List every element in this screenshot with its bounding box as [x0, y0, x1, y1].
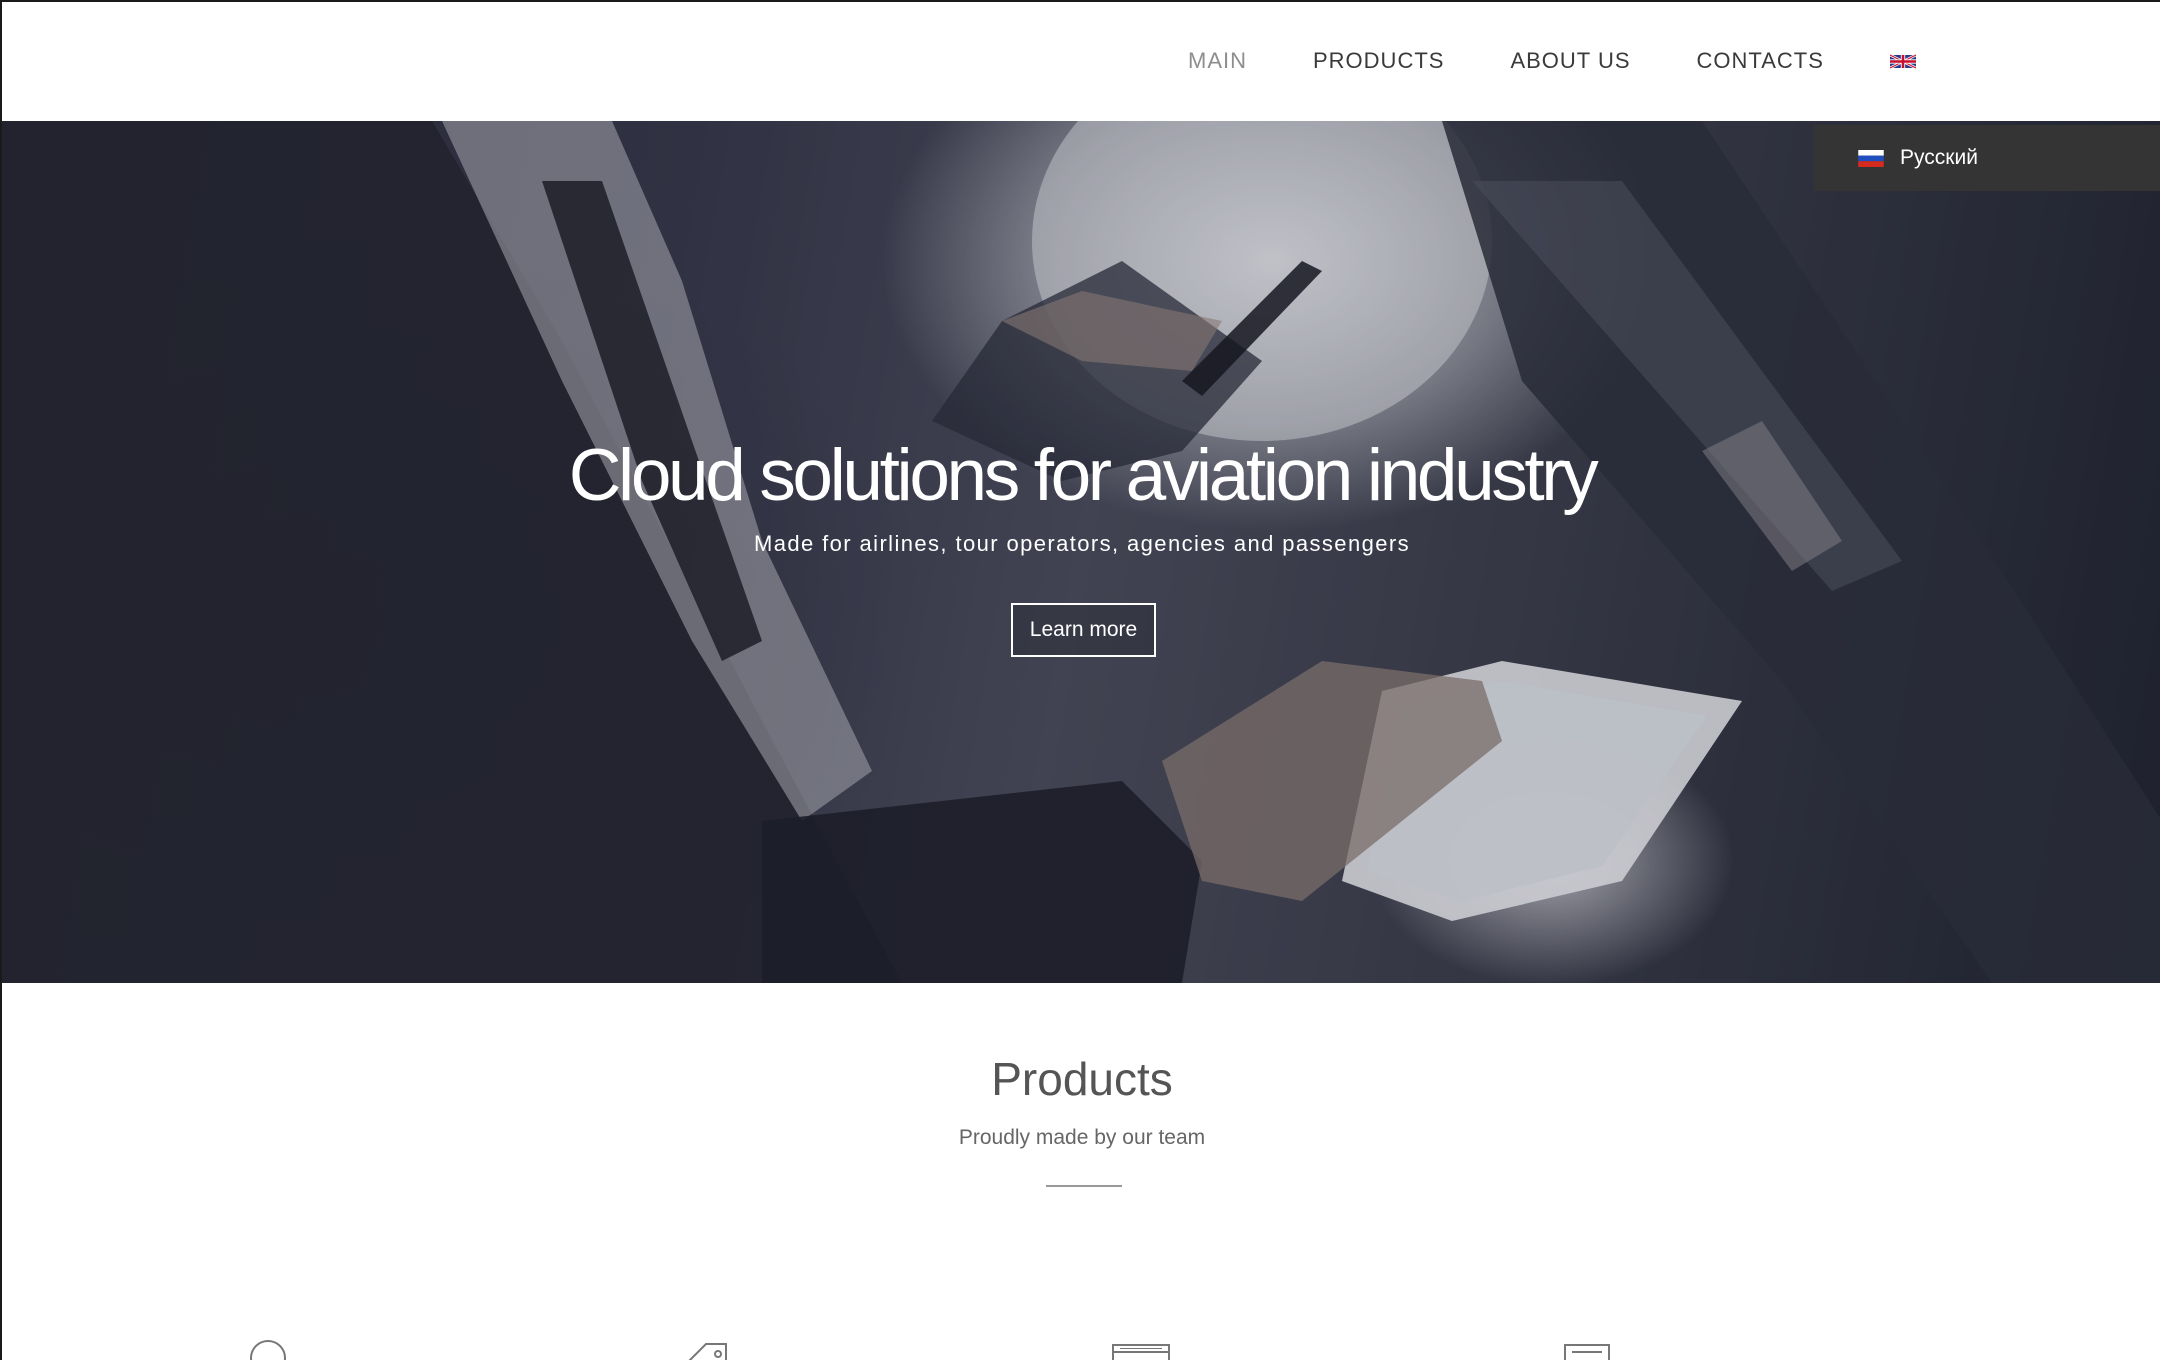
document-icon: [1564, 1344, 1610, 1360]
clock-icon: [250, 1340, 286, 1360]
section-divider: [1046, 1185, 1122, 1187]
uk-flag-icon[interactable]: [1889, 53, 1916, 70]
hero-section: Русский Cloud solutions for aviation ind…: [2, 121, 2160, 983]
language-option-label: Русский: [1900, 146, 1978, 169]
tag-icon: [688, 1343, 727, 1360]
main-nav: MAIN PRODUCTS ABOUT US CONTACTS: [1188, 48, 1916, 74]
nav-item-contacts[interactable]: CONTACTS: [1697, 48, 1824, 74]
products-subtitle: Proudly made by our team: [958, 1126, 1206, 1149]
page: MAIN PRODUCTS ABOUT US CONTACTS Русский …: [0, 0, 2160, 1360]
hero-title: Cloud solutions for aviation industry: [568, 435, 1599, 516]
site-header: MAIN PRODUCTS ABOUT US CONTACTS: [2, 2, 2160, 121]
browser-window-icon: [1112, 1344, 1170, 1360]
russia-flag-icon: [1858, 149, 1884, 167]
language-option-russian[interactable]: Русский: [1814, 125, 2160, 191]
nav-item-main[interactable]: MAIN: [1188, 48, 1247, 74]
hero-subtitle: Made for airlines, tour operators, agenc…: [754, 531, 1410, 556]
products-title: Products: [991, 1053, 1173, 1105]
nav-item-products[interactable]: PRODUCTS: [1313, 48, 1444, 74]
learn-more-button[interactable]: Learn more: [1011, 603, 1156, 657]
nav-item-about-us[interactable]: ABOUT US: [1510, 48, 1630, 74]
